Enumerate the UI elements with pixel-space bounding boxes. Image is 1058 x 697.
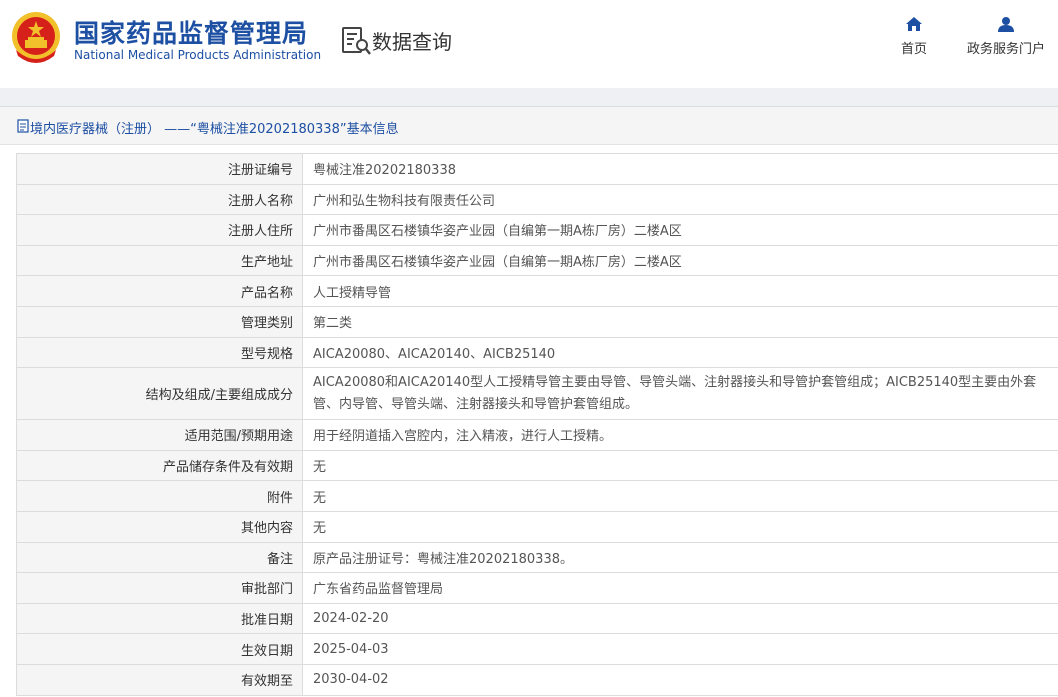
national-emblem-icon — [12, 12, 60, 63]
field-label: 结构及组成/主要组成成分 — [16, 367, 303, 421]
field-value: 无 — [302, 510, 1058, 543]
table-row: 注册证编号 粤械注准20202180338 — [16, 153, 1058, 185]
table-row: 结构及组成/主要组成成分 AICA20080和AICA20140型人工授精导管主要… — [16, 367, 1058, 421]
table-row: 适用范围/预期用途 用于经阴道插入宫腔内，注入精液，进行人工授精。 — [16, 419, 1058, 451]
field-value: 无 — [302, 480, 1058, 512]
user-icon — [998, 17, 1014, 32]
field-label: 型号规格 — [16, 336, 303, 369]
table-row: 生产地址 广州市番禺区石楼镇华姿产业园（自编第一期A栋厂房）二楼A区 — [16, 244, 1058, 277]
table-row: 产品储存条件及有效期无 — [16, 449, 1058, 482]
nav-gov-service-portal[interactable]: 政务服务门户 — [960, 16, 1052, 57]
field-label: 备注 — [16, 541, 303, 574]
field-value: 2030-04-02 — [302, 663, 1058, 696]
table-row: 附件无 — [16, 480, 1058, 512]
table-row: 审批部门 广东省药品监督管理局 — [16, 572, 1058, 604]
field-value: 2025-04-03 — [302, 633, 1058, 665]
panel-titlebar: 境内医疗器械（注册） ——“粤械注准20202180338”基本信息 — [0, 107, 1058, 145]
field-value: 第二类 — [302, 305, 1058, 338]
table-row: 有效期至 2030-04-02 — [16, 663, 1058, 696]
field-value: 2024-02-20 — [302, 602, 1058, 635]
field-value: 广州市番禺区石楼镇华姿产业园（自编第一期A栋厂房）二楼A区 — [302, 244, 1058, 277]
field-value: 人工授精导管 — [302, 275, 1058, 307]
table-row: 管理类别 第二类 — [16, 305, 1058, 338]
field-label: 注册人名称 — [16, 183, 303, 216]
field-value: 广州和弘生物科技有限责任公司 — [302, 183, 1058, 216]
field-value: 用于经阴道插入宫腔内，注入精液，进行人工授精。 — [302, 419, 1058, 451]
table-row: 注册人住所 广州市番禺区石楼镇华姿产业园（自编第一期A栋厂房）二楼A区 — [16, 214, 1058, 246]
site-title-cn: 国家药品监督管理局 — [74, 19, 309, 48]
field-label: 注册证编号 — [16, 153, 303, 185]
home-icon — [906, 17, 922, 31]
field-value: 原产品注册证号：粤械注准20202180338。 — [302, 541, 1058, 574]
site-header: 国家药品监督管理局 National Medical Products Admi… — [0, 0, 1058, 88]
field-label: 注册人住所 — [16, 214, 303, 246]
table-row: 生效日期 2025-04-03 — [16, 633, 1058, 665]
field-label: 有效期至 — [16, 663, 303, 696]
nav-portal-label: 政务服务门户 — [966, 42, 1045, 57]
field-label: 附件 — [16, 480, 303, 512]
field-value: 无 — [302, 449, 1058, 482]
table-row: 其他内容无 — [16, 510, 1058, 543]
header-separator — [0, 88, 1058, 106]
field-label: 管理类别 — [16, 305, 303, 338]
table-row: 型号规格 AICA20080、AICA20140、AICB25140 — [16, 336, 1058, 369]
nav-home-label: 首页 — [900, 42, 927, 57]
field-value: AICA20080和AICA20140型人工授精导管主要由导管、导管头端、注射器… — [302, 367, 1058, 421]
registration-info-table: 注册证编号 粤械注准20202180338 注册人名称 广州和弘生物科技有限责任公司注… — [16, 153, 1058, 696]
field-label: 审批部门 — [16, 572, 303, 604]
data-query-label[interactable]: 数据查询 — [372, 26, 452, 55]
field-label: 生产地址 — [16, 244, 303, 277]
field-label: 产品名称 — [16, 275, 303, 307]
detail-panel: 境内医疗器械（注册） ——“粤械注准20202180338”基本信息 注册证编号… — [0, 106, 1058, 697]
data-query-icon — [342, 27, 371, 55]
table-row: 产品名称 人工授精导管 — [16, 275, 1058, 307]
field-label: 适用范围/预期用途 — [16, 419, 303, 451]
table-row: 注册人名称 广州和弘生物科技有限责任公司 — [16, 183, 1058, 216]
document-icon — [17, 119, 29, 133]
field-label: 生效日期 — [16, 633, 303, 665]
site-title-en: National Medical Products Administration — [74, 48, 322, 62]
field-value: AICA20080、AICA20140、AICB25140 — [302, 336, 1058, 369]
field-label: 其他内容 — [16, 510, 303, 543]
field-label: 批准日期 — [16, 602, 303, 635]
nav-home[interactable]: 首页 — [896, 16, 932, 57]
panel-title: 境内医疗器械（注册） ——“粤械注准20202180338”基本信息 — [30, 122, 399, 137]
field-value: 粤械注准20202180338 — [302, 153, 1058, 185]
field-value: 广州市番禺区石楼镇华姿产业园（自编第一期A栋厂房）二楼A区 — [302, 214, 1058, 246]
table-row: 批准日期 2024-02-20 — [16, 602, 1058, 635]
table-row: 备注 原产品注册证号：粤械注准20202180338。 — [16, 541, 1058, 574]
field-value: 广东省药品监督管理局 — [302, 572, 1058, 604]
field-label: 产品储存条件及有效期 — [16, 449, 303, 482]
